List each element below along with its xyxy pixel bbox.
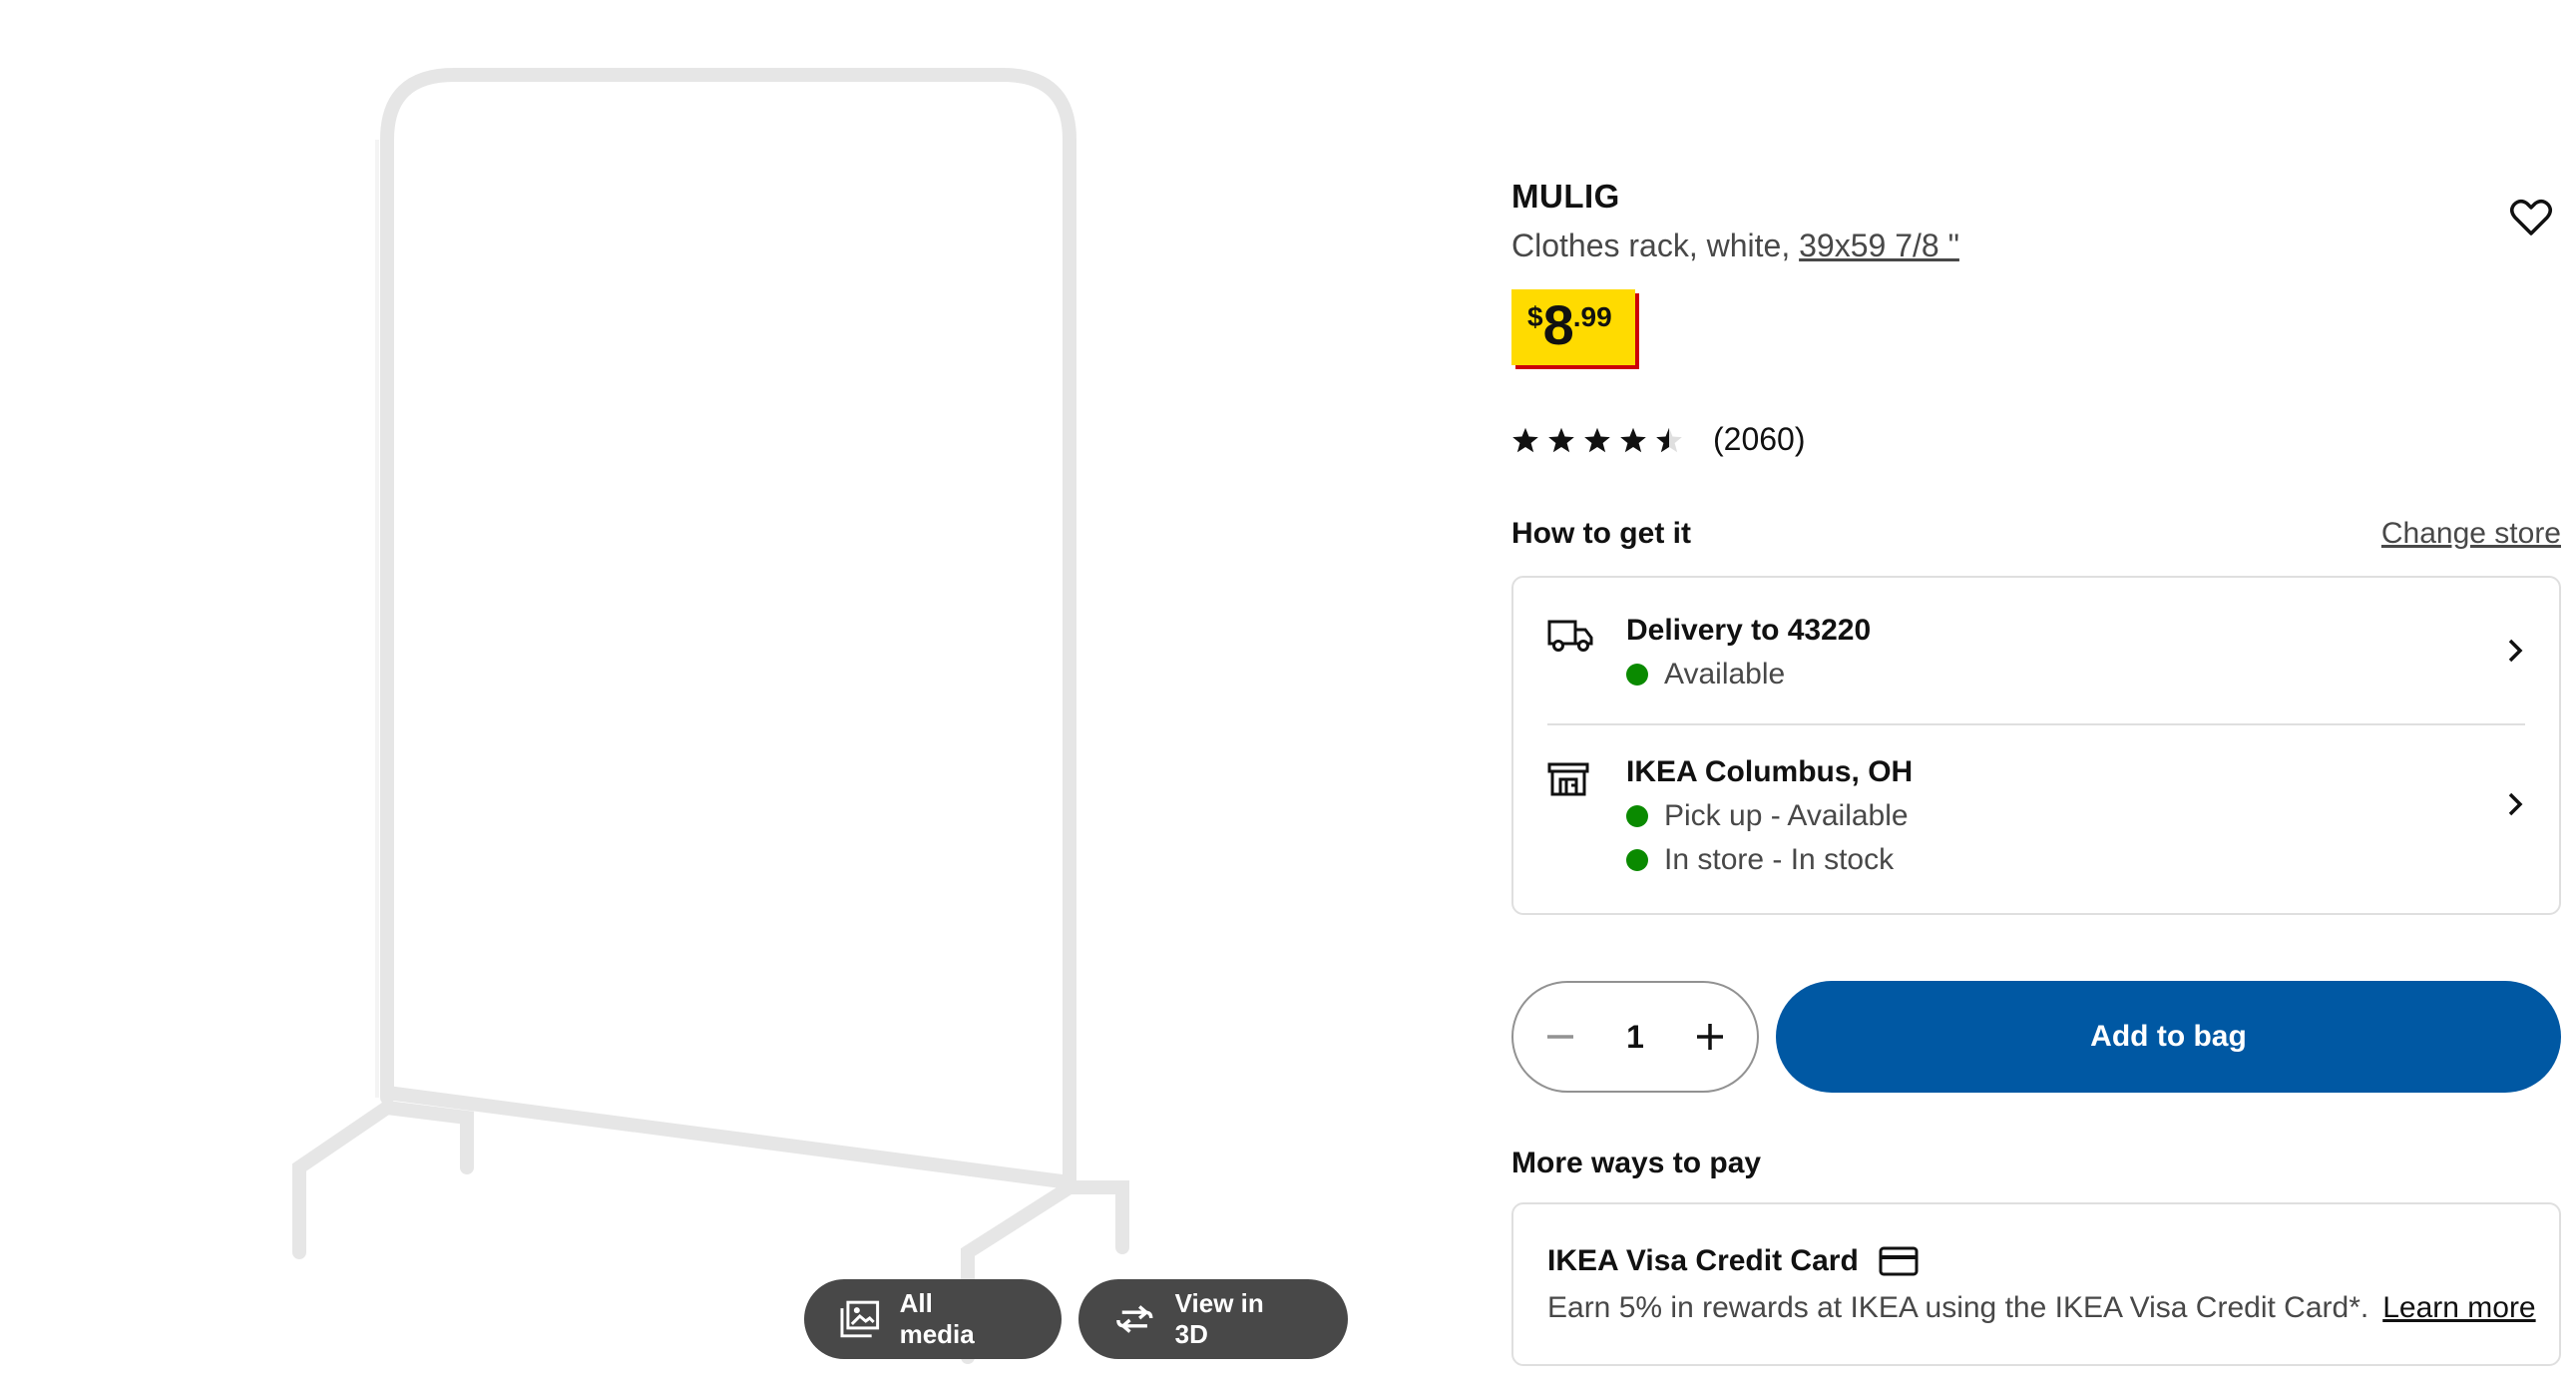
card-description: Earn 5% in rewards at IKEA using the IKE… <box>1547 1291 2536 1325</box>
delivery-row[interactable]: Delivery to 43220 Available <box>1513 578 2559 723</box>
chevron-right-icon <box>2508 792 2523 816</box>
how-to-get-title: How to get it <box>1511 517 1691 550</box>
heart-icon[interactable] <box>2509 196 2553 239</box>
delivery-status: Available <box>1626 658 1785 692</box>
price-tag: $ 8 .99 <box>1511 289 1635 365</box>
pickup-status-text: Pick up - Available <box>1664 799 1909 832</box>
gallery-icon <box>840 1300 880 1338</box>
price-integer: 8 <box>1542 293 1574 356</box>
product-name: MULIG <box>1511 178 1620 215</box>
learn-more-link[interactable]: Learn more <box>2382 1291 2535 1324</box>
quantity-value[interactable]: 1 <box>1626 1019 1644 1056</box>
instore-status-text: In store - In stock <box>1664 843 1895 876</box>
credit-card-icon <box>1879 1246 1919 1276</box>
store-row[interactable]: IKEA Columbus, OH Pick up - Available In… <box>1513 725 2559 915</box>
quantity-stepper: 1 <box>1511 981 1759 1093</box>
add-to-bag-button[interactable]: Add to bag <box>1776 981 2561 1093</box>
credit-card-box: IKEA Visa Credit Card Earn 5% in rewards… <box>1511 1202 2561 1366</box>
instore-status: In store - In stock <box>1626 843 1894 877</box>
availability-box: Delivery to 43220 Available IKEA Columbu… <box>1511 576 2561 915</box>
rating[interactable]: (2060) <box>1511 421 1806 458</box>
store-title: IKEA Columbus, OH <box>1626 755 1914 788</box>
delivery-status-text: Available <box>1664 658 1786 691</box>
status-dot <box>1626 805 1648 827</box>
product-description-text: Clothes rack, white, <box>1511 228 1800 263</box>
chevron-right-icon <box>2508 639 2523 663</box>
all-media-label: All media <box>899 1288 975 1349</box>
card-title: IKEA Visa Credit Card <box>1547 1244 1919 1278</box>
view-3d-label: View in 3D <box>1174 1288 1264 1349</box>
price-decimal: .99 <box>1572 301 1612 332</box>
card-title-text: IKEA Visa Credit Card <box>1547 1244 1859 1277</box>
product-description: Clothes rack, white, 39x59 7/8 " <box>1511 228 1959 264</box>
card-description-text: Earn 5% in rewards at IKEA using the IKE… <box>1547 1291 2369 1324</box>
product-media: All media View in 3D <box>0 0 1387 1375</box>
product-panel: MULIG Clothes rack, white, 39x59 7/8 " $… <box>1511 0 2561 1375</box>
minus-icon[interactable] <box>1543 1020 1577 1054</box>
half-star-icon <box>1656 427 1682 452</box>
view-3d-button[interactable]: View in 3D <box>1078 1279 1348 1359</box>
star-icon <box>1548 427 1574 452</box>
change-store-link[interactable]: Change store <box>2381 517 2561 551</box>
price-currency: $ <box>1527 301 1543 332</box>
all-media-button[interactable]: All media <box>804 1279 1062 1359</box>
star-icon <box>1584 427 1610 452</box>
rating-count: (2060) <box>1713 421 1806 457</box>
size-link[interactable]: 39x59 7/8 " <box>1799 228 1959 263</box>
truck-icon <box>1547 620 1593 652</box>
plus-icon[interactable] <box>1693 1020 1727 1054</box>
product-image[interactable] <box>269 60 1167 1387</box>
rating-stars <box>1511 426 1683 454</box>
rotate-3d-icon <box>1116 1305 1153 1333</box>
pickup-status: Pick up - Available <box>1626 799 1909 833</box>
status-dot <box>1626 849 1648 871</box>
status-dot <box>1626 664 1648 686</box>
star-icon <box>1620 427 1646 452</box>
store-icon <box>1547 762 1589 796</box>
delivery-title: Delivery to 43220 <box>1626 614 1872 647</box>
more-ways-to-pay-title: More ways to pay <box>1511 1147 1762 1179</box>
star-icon <box>1512 427 1538 452</box>
